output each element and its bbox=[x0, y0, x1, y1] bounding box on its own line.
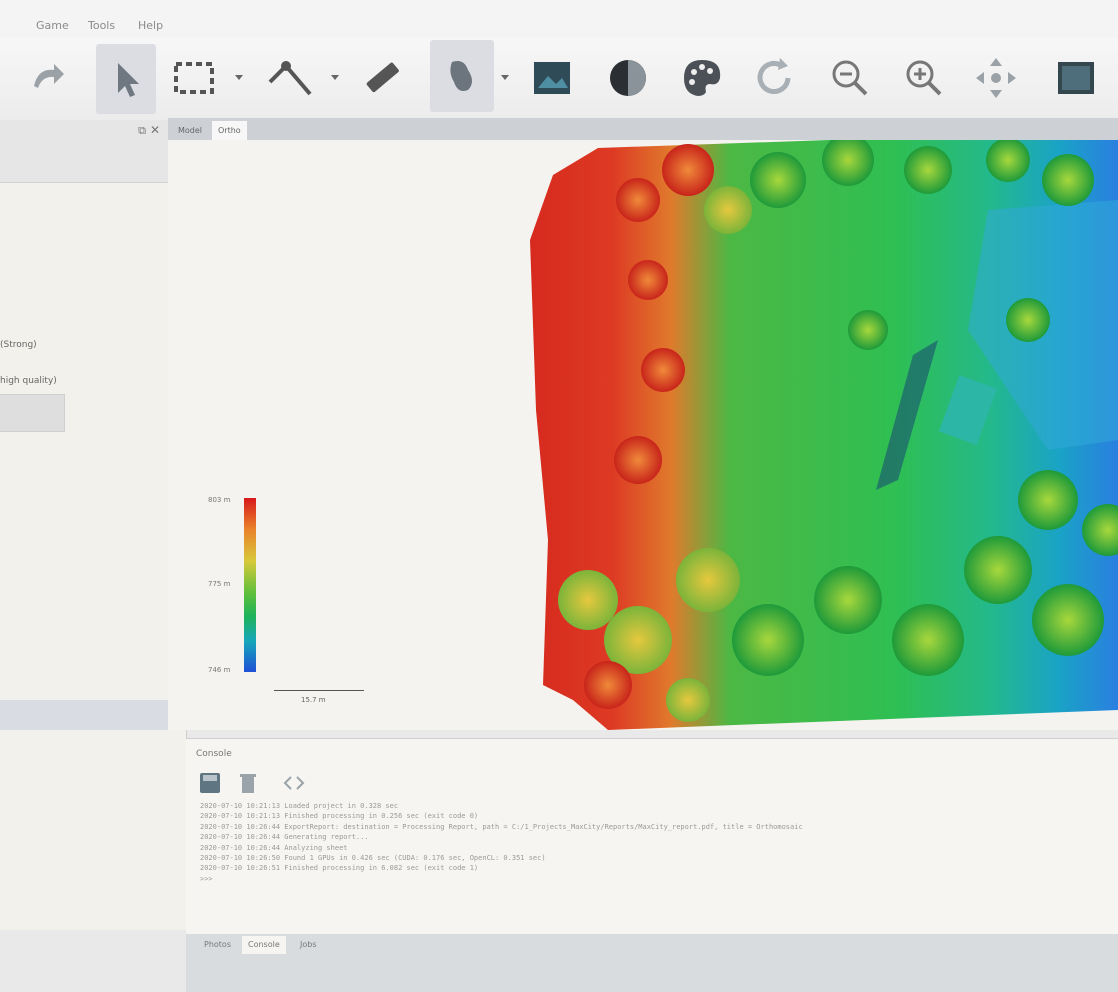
left-bottom-panel-header bbox=[0, 700, 186, 730]
zoom-out-button[interactable] bbox=[822, 50, 878, 106]
pointer-icon bbox=[118, 63, 139, 97]
rectangle-select-icon bbox=[174, 62, 214, 94]
console-prompt[interactable]: >>> bbox=[200, 874, 1115, 884]
trash-icon[interactable] bbox=[236, 771, 260, 795]
legend-mid-label: 775 m bbox=[208, 580, 231, 588]
legend-min-label: 746 m bbox=[208, 666, 231, 674]
refresh-icon bbox=[757, 58, 791, 94]
legend-max-label: 803 m bbox=[208, 496, 231, 504]
image-icon bbox=[534, 62, 570, 94]
elevation-legend-bar bbox=[244, 498, 256, 672]
chevron-down-icon[interactable] bbox=[330, 72, 340, 82]
palette-button[interactable] bbox=[674, 50, 730, 106]
menu-bar: Game Tools Help bbox=[0, 0, 1118, 39]
console-panel: Console 2020-07-10 10:21:13 Loaded proje… bbox=[186, 738, 1118, 935]
close-icon[interactable]: ✕ bbox=[150, 123, 160, 137]
console-line: 2020-07-10 10:26:51 Finished processing … bbox=[200, 864, 479, 873]
console-line: 2020-07-10 10:26:44 ExportReport: destin… bbox=[200, 822, 803, 831]
left-panel: ⧉ ✕ (Strong) high quality) bbox=[0, 120, 169, 700]
left-bottom-panel bbox=[0, 730, 187, 930]
float-icon[interactable]: ⧉ bbox=[138, 124, 146, 138]
console-line: 2020-07-10 10:26:44 Generating report... bbox=[200, 833, 369, 842]
view-tab-bar: Model Ortho bbox=[168, 118, 1118, 140]
rectangle-select-button[interactable] bbox=[166, 50, 222, 106]
option-text-strong: (Strong) bbox=[0, 340, 37, 350]
layer-icon bbox=[1058, 62, 1094, 94]
polyline-tool-button[interactable] bbox=[262, 50, 318, 106]
tab-model[interactable]: Model bbox=[172, 121, 208, 140]
image-button[interactable] bbox=[524, 50, 580, 106]
scale-bar bbox=[274, 690, 364, 691]
contrast-icon bbox=[610, 60, 646, 96]
redo-icon[interactable] bbox=[20, 50, 76, 106]
menu-item-tools[interactable]: Tools bbox=[88, 19, 115, 32]
scale-bar-label: 15.7 m bbox=[301, 696, 326, 704]
console-log: 2020-07-10 10:21:13 Loaded project in 0.… bbox=[200, 801, 1115, 884]
save-icon[interactable] bbox=[198, 771, 222, 795]
contrast-button[interactable] bbox=[600, 50, 656, 106]
menu-item-game[interactable]: Game bbox=[36, 19, 69, 32]
console-line: 2020-07-10 10:21:13 Loaded project in 0.… bbox=[200, 802, 399, 810]
ruler-tool-button[interactable] bbox=[354, 50, 410, 106]
chevron-down-icon[interactable] bbox=[500, 72, 510, 82]
refresh-button[interactable] bbox=[746, 50, 802, 106]
zoom-in-icon bbox=[906, 60, 942, 96]
tab-jobs[interactable]: Jobs bbox=[294, 936, 323, 954]
layer-button[interactable] bbox=[1048, 50, 1104, 106]
bottom-tab-bar: Photos Console Jobs bbox=[186, 934, 1118, 992]
zoom-in-button[interactable] bbox=[896, 50, 952, 106]
tab-console[interactable]: Console bbox=[242, 936, 286, 954]
console-line: 2020-07-10 10:26:44 Analyzing sheet bbox=[200, 843, 348, 852]
toolbar bbox=[0, 38, 1118, 121]
console-title: Console bbox=[196, 749, 232, 759]
polyline-icon bbox=[268, 61, 312, 96]
palette-icon bbox=[684, 60, 721, 96]
option-text-quality: high quality) bbox=[0, 376, 57, 386]
tab-ortho[interactable]: Ortho bbox=[212, 121, 247, 140]
ruler-icon bbox=[366, 62, 399, 93]
console-line: 2020-07-10 10:21:13 Finished processing … bbox=[200, 812, 479, 821]
code-icon[interactable] bbox=[282, 771, 306, 795]
zoom-out-icon bbox=[832, 60, 868, 96]
pan-button[interactable] bbox=[968, 50, 1024, 106]
tab-photos[interactable]: Photos bbox=[198, 936, 237, 954]
lasso-icon bbox=[450, 61, 472, 91]
console-line: 2020-07-10 10:26:50 Found 1 GPUs in 0.42… bbox=[200, 854, 546, 863]
dem-map-canvas[interactable]: 803 m 775 m 746 m 15.7 m bbox=[168, 140, 1118, 730]
left-panel-header: ⧉ ✕ bbox=[0, 120, 168, 183]
chevron-down-icon[interactable] bbox=[234, 72, 244, 82]
pan-icon bbox=[976, 58, 1016, 98]
left-panel-button[interactable] bbox=[0, 394, 65, 432]
lasso-tool-button[interactable] bbox=[430, 40, 494, 112]
pointer-tool-button[interactable] bbox=[96, 44, 156, 114]
elevation-map bbox=[530, 140, 1118, 730]
menu-item-help[interactable]: Help bbox=[138, 19, 163, 32]
